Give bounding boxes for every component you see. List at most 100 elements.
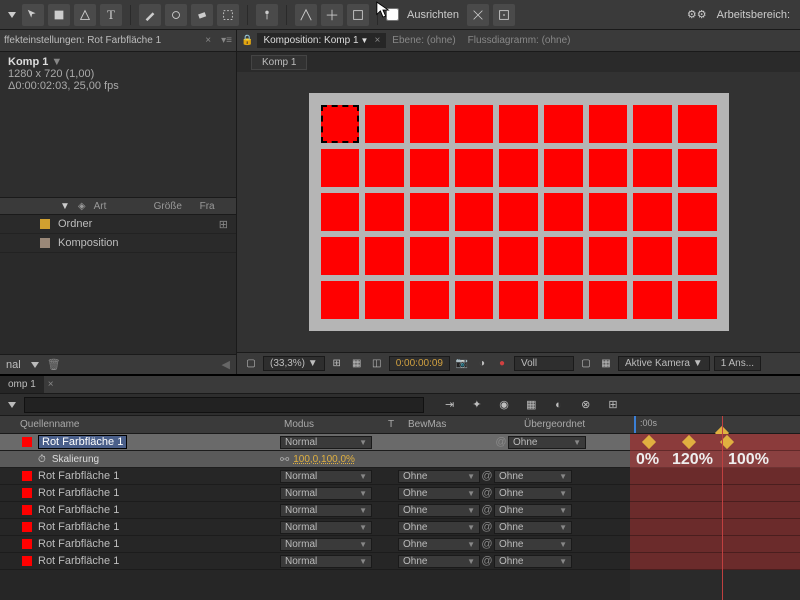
resolution-dropdown[interactable]: Voll (514, 356, 574, 371)
blend-mode-dropdown[interactable]: Normal▼ (280, 436, 372, 449)
layer-row[interactable]: Rot Farbfläche 1 Normal▼ Ohne▼ @ Ohne▼ (0, 502, 630, 519)
grid-cell[interactable] (589, 237, 628, 275)
blend-mode-dropdown[interactable]: Normal▼ (280, 538, 372, 551)
blend-mode-dropdown[interactable]: Normal▼ (280, 555, 372, 568)
layer-row[interactable]: Rot Farbfläche 1 Normal▼ @ Ohne▼ (0, 434, 630, 451)
frame-blend-icon[interactable]: ✦ (467, 397, 486, 413)
layer-track[interactable] (630, 468, 800, 485)
playhead-line[interactable] (722, 416, 723, 600)
pickwhip-icon[interactable]: @ (480, 487, 494, 499)
grid-cell[interactable] (633, 149, 672, 187)
grid-cell[interactable] (544, 149, 583, 187)
composition-canvas[interactable] (309, 93, 729, 331)
property-value[interactable]: 100,0,100,0% (293, 454, 355, 465)
hand-tool-icon[interactable] (48, 4, 70, 26)
grid-cell[interactable] (633, 105, 672, 143)
pickwhip-icon[interactable]: @ (480, 521, 494, 533)
grid-cell[interactable] (365, 237, 404, 275)
always-preview-icon[interactable]: ▢ (243, 356, 259, 372)
pin-tool-icon[interactable] (256, 4, 278, 26)
text-tool-icon[interactable]: T (100, 4, 122, 26)
shy-icon[interactable]: ⇥ (440, 397, 459, 413)
trackmatte-dropdown[interactable]: Ohne▼ (398, 504, 480, 517)
pickwhip-icon[interactable]: @ (480, 504, 494, 516)
pickwhip-icon[interactable]: @ (480, 470, 494, 482)
grid-cell[interactable] (410, 281, 449, 319)
grid-cell[interactable] (589, 149, 628, 187)
snapshot-icon[interactable]: 📷 (454, 356, 470, 372)
grid-cell[interactable] (410, 237, 449, 275)
layer-track[interactable] (630, 536, 800, 553)
timecode-display[interactable]: 0:00:00:09 (389, 356, 450, 371)
grid-cell[interactable] (365, 105, 404, 143)
layer-track[interactable] (630, 485, 800, 502)
axis-view-icon[interactable] (347, 4, 369, 26)
roi-icon[interactable]: ▢ (578, 356, 594, 372)
scroll-left-icon[interactable]: ◀ (222, 358, 230, 371)
align-checkbox[interactable] (386, 8, 399, 21)
brush-tool-icon[interactable] (139, 4, 161, 26)
effect-panel-tab[interactable]: ffekteinstellungen: Rot Farbfläche 1 × ▾… (0, 30, 236, 52)
layer-row[interactable]: Rot Farbfläche 1 Normal▼ Ohne▼ @ Ohne▼ (0, 536, 630, 553)
grid-cell[interactable] (455, 193, 494, 231)
blend-mode-dropdown[interactable]: Normal▼ (280, 487, 372, 500)
tab-layer[interactable]: Ebene: (ohne) (386, 33, 461, 48)
color-icon[interactable]: ● (494, 356, 510, 372)
grid-cell[interactable] (499, 149, 538, 187)
grid-cell[interactable] (455, 237, 494, 275)
grid-cell-selected[interactable] (321, 105, 360, 143)
blend-mode-dropdown[interactable]: Normal▼ (280, 504, 372, 517)
layer-row[interactable]: Rot Farbfläche 1 Normal▼ Ohne▼ @ Ohne▼ (0, 485, 630, 502)
trash-icon[interactable]: 🗑 (47, 358, 61, 371)
layer-name[interactable]: Rot Farbfläche 1 (38, 504, 119, 516)
grid-cell[interactable] (365, 281, 404, 319)
grid-cell[interactable] (499, 281, 538, 319)
grid-cell[interactable] (633, 193, 672, 231)
footer-dropdown-icon[interactable] (31, 362, 39, 368)
layer-track[interactable] (630, 502, 800, 519)
keyframe-icon[interactable] (682, 435, 696, 449)
grid-cell[interactable] (410, 193, 449, 231)
project-item-folder[interactable]: Ordner ⊞ (0, 215, 236, 234)
grid-cell[interactable] (678, 193, 717, 231)
transparency-icon[interactable]: ▦ (598, 356, 614, 372)
zoom-dropdown[interactable]: (33,3%) ▼ (263, 356, 325, 371)
grid-cell[interactable] (678, 281, 717, 319)
grid-cell[interactable] (321, 149, 360, 187)
graph-editor-icon[interactable]: ◐ (549, 397, 568, 413)
snap-icon[interactable] (467, 4, 489, 26)
views-dropdown[interactable]: 1 Ans... (714, 356, 761, 371)
layer-row[interactable]: Rot Farbfläche 1 Normal▼ Ohne▼ @ Ohne▼ (0, 553, 630, 570)
layer-track[interactable] (630, 553, 800, 570)
timeline-tracks[interactable]: :00s 0% 120% 100% (630, 416, 800, 600)
keyframe-icon[interactable] (642, 435, 656, 449)
grid-cell[interactable] (455, 105, 494, 143)
stopwatch-icon[interactable]: ⏱ (38, 454, 46, 465)
resolution-icon[interactable]: ⊞ (329, 356, 345, 372)
timeline-search-input[interactable] (24, 397, 424, 413)
grid-cell[interactable] (321, 281, 360, 319)
draft3d-icon[interactable]: ⊗ (576, 397, 595, 413)
camera-dropdown[interactable]: Aktive Kamera ▼ (618, 356, 710, 371)
layer-name[interactable]: Rot Farbfläche 1 (38, 487, 119, 499)
parent-dropdown[interactable]: Ohne▼ (494, 504, 572, 517)
trackmatte-dropdown[interactable]: Ohne▼ (398, 521, 480, 534)
trackmatte-dropdown[interactable]: Ohne▼ (398, 538, 480, 551)
link-icon[interactable]: ⚯ (280, 453, 289, 466)
panel-menu-icon[interactable]: ▾≡ (217, 35, 236, 46)
timeline-dropdown-icon[interactable] (8, 402, 16, 408)
viewer-area[interactable] (237, 72, 800, 352)
parent-dropdown[interactable]: Ohne▼ (494, 470, 572, 483)
motion-blur-icon[interactable]: ◉ (494, 397, 513, 413)
clone-tool-icon[interactable] (165, 4, 187, 26)
app-menu-dropdown-icon[interactable] (8, 12, 16, 18)
layer-name[interactable]: Rot Farbfläche 1 (38, 435, 127, 449)
grid-cell[interactable] (544, 281, 583, 319)
grid-cell[interactable] (499, 237, 538, 275)
blend-mode-dropdown[interactable]: Normal▼ (280, 521, 372, 534)
grid-cell[interactable] (455, 281, 494, 319)
grid-cell[interactable] (589, 193, 628, 231)
property-track[interactable]: 0% 120% 100% (630, 451, 800, 468)
layer-name[interactable]: Rot Farbfläche 1 (38, 538, 119, 550)
grid-icon[interactable]: ◫ (369, 356, 385, 372)
